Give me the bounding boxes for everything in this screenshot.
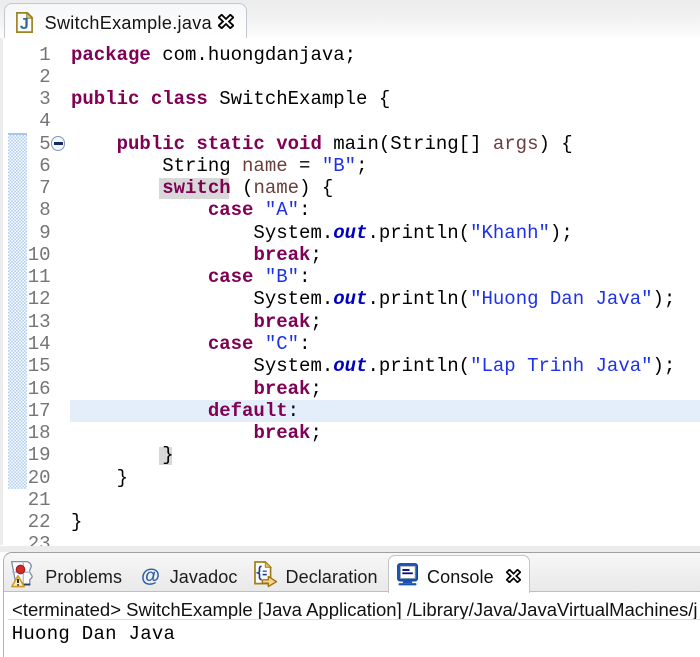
svg-text:J: J bbox=[20, 16, 29, 33]
